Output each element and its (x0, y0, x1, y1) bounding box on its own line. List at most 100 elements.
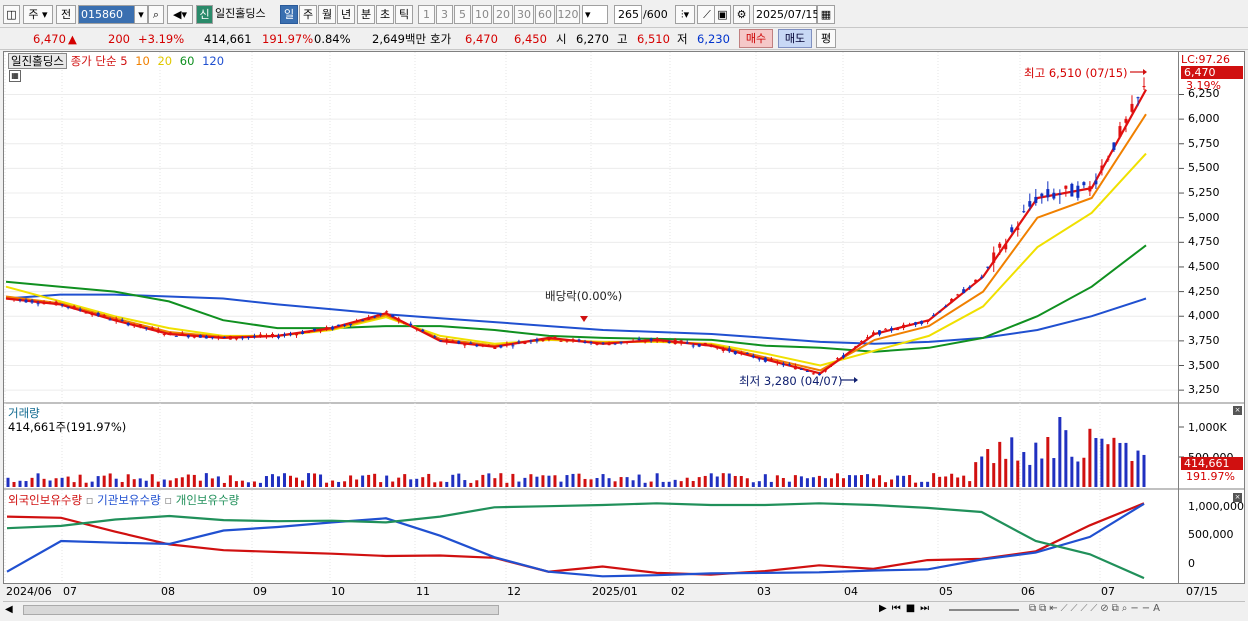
candle-body (1052, 192, 1056, 199)
volume-bar (565, 475, 569, 487)
candle-body (709, 345, 713, 348)
candle-body (529, 340, 533, 342)
candle-body (228, 336, 232, 340)
legend-institution[interactable]: 기관보유수량 (97, 493, 160, 507)
volume-bar (337, 481, 341, 487)
candle-body (691, 345, 695, 347)
volume-bar (84, 482, 88, 487)
x-axis-label: 07 (1101, 585, 1115, 598)
legend-individual[interactable]: 개인보유수량 (176, 493, 239, 507)
candle-body (1088, 186, 1092, 192)
volume-bar (691, 480, 695, 487)
scroll-thumb[interactable] (23, 605, 499, 615)
candle-body (30, 300, 34, 303)
volume-bar (379, 482, 383, 487)
nav-controls-icon[interactable]: ▶⏮■⏭ (879, 603, 934, 614)
candle-body (361, 320, 365, 322)
y-axis-label: 3,750 (1188, 333, 1220, 347)
volume-bar (793, 475, 797, 487)
zoom-slider[interactable] (949, 609, 1019, 611)
candle-body (72, 306, 76, 310)
candle-body (637, 339, 641, 341)
candle-body (1022, 211, 1026, 213)
candle-body (607, 343, 611, 346)
volume-bar (547, 475, 551, 487)
candle-body (541, 340, 545, 342)
legend-foreign[interactable]: 외국인보유수량 (8, 493, 82, 507)
volume-bar (1136, 450, 1140, 487)
candle-body (469, 342, 473, 344)
legend-ma-120[interactable]: 120 (202, 54, 224, 68)
volume-bar (721, 473, 725, 487)
legend-ma-20[interactable]: 20 (157, 54, 172, 68)
candle-body (337, 324, 341, 327)
volume-bar (703, 475, 707, 487)
candle-body (619, 341, 623, 344)
bottom-scrollbar[interactable]: ◀ ▶⏮■⏭ ⧉⧉⇤⟋⟋⟋⟋⊘⧉⌕−−A (3, 601, 1245, 617)
candle-body (517, 341, 521, 343)
volume-bar (78, 474, 82, 487)
candle-body (625, 341, 629, 343)
candle-body (108, 319, 112, 321)
candle-body (511, 345, 515, 347)
candle-body (835, 358, 839, 360)
candle-body (1118, 126, 1122, 137)
candle-body (301, 331, 305, 334)
legend-ma-5[interactable]: 5 (120, 54, 127, 68)
x-axis-label: 11 (416, 585, 430, 598)
volume-bar (890, 479, 894, 487)
candle-body (252, 336, 256, 338)
holding-close-icon[interactable]: × (1233, 493, 1242, 502)
volume-bar (463, 480, 467, 487)
volume-bar (439, 481, 443, 487)
x-axis-label: 03 (757, 585, 771, 598)
volume-bar (1070, 456, 1074, 487)
volume-value-label: 414,661주(191.97%) (8, 420, 127, 434)
legend-ma-10[interactable]: 10 (135, 54, 150, 68)
legend-sep-1: ▫ (85, 493, 94, 507)
volume-bar (775, 475, 779, 487)
volume-bar (72, 482, 76, 487)
volume-bar (541, 475, 545, 487)
volume-bar (1058, 417, 1062, 487)
scroll-left-icon[interactable]: ◀ (5, 604, 13, 615)
volume-bar (980, 456, 984, 487)
y-axis-label: 5,000 (1188, 210, 1220, 224)
volume-bar (1010, 437, 1014, 487)
candle-body (481, 345, 485, 347)
candle-body (96, 312, 100, 316)
volume-bar (102, 475, 106, 487)
candle-body (295, 333, 299, 336)
candle-body (439, 340, 443, 342)
volume-bar (445, 481, 449, 487)
candle-body (276, 336, 280, 338)
candle-body (577, 339, 581, 341)
candle-body (1142, 86, 1146, 88)
legend-ma-label[interactable]: 종가 단순 (71, 54, 117, 68)
volume-bar (343, 481, 347, 487)
draw-tools-icons[interactable]: ⧉⧉⇤⟋⟋⟋⟋⊘⧉⌕−−A (1029, 603, 1163, 614)
dividend-marker (580, 316, 588, 322)
candle-body (673, 339, 677, 345)
candle-body (661, 339, 665, 342)
volume-bar (847, 475, 851, 487)
candle-body (721, 348, 725, 351)
volume-bar (601, 474, 605, 487)
table-icon[interactable]: ▦ (9, 70, 21, 82)
individual-holding-line (6, 502, 1145, 580)
legend-ma-60[interactable]: 60 (180, 54, 195, 68)
volume-bar (986, 449, 990, 487)
candle-body (331, 326, 335, 330)
candle-body (733, 351, 737, 355)
volume-bar (409, 479, 413, 487)
volume-close-icon[interactable]: × (1233, 406, 1242, 415)
volume-bar (403, 474, 407, 487)
candle-body (559, 340, 563, 342)
volume-bar (673, 479, 677, 487)
candle-body (204, 336, 208, 339)
volume-bar (301, 480, 305, 487)
candle-body (1136, 97, 1140, 99)
legend-stock-name[interactable]: 일진홀딩스 (8, 53, 67, 69)
candle-body (499, 345, 503, 348)
candle-body (1004, 244, 1008, 250)
